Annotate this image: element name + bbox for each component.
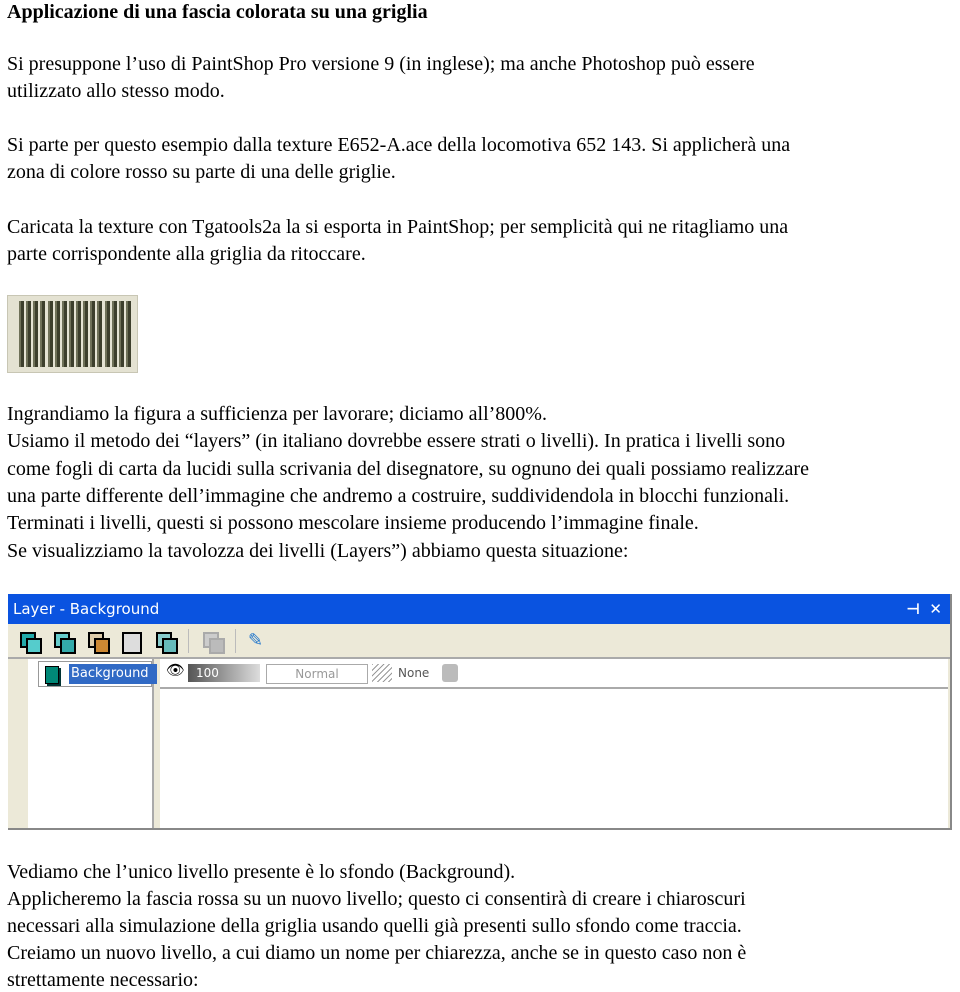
- new-raster-layer-icon[interactable]: [18, 630, 42, 654]
- lock-transparency-icon[interactable]: [372, 664, 392, 682]
- blend-mode-select[interactable]: Normal: [266, 664, 368, 684]
- layer-name[interactable]: Background: [69, 664, 157, 684]
- close-icon[interactable]: ✕: [929, 594, 942, 624]
- layer-thumbnail-icon: [45, 666, 59, 684]
- opacity-slider[interactable]: 100: [188, 664, 260, 682]
- paragraph-line: Terminati i livelli, questi si possono m…: [7, 512, 699, 534]
- toolbar-separator: [188, 628, 189, 653]
- layer-properties-row: 👁 100 Normal None: [160, 659, 948, 689]
- paragraph-line: come fogli di carta da lucidi sulla scri…: [7, 458, 809, 480]
- palette-titlebar: Layer - Background ⊣ ✕: [8, 594, 950, 624]
- page-title: Applicazione di una fascia colorata su u…: [7, 1, 428, 23]
- new-group-layer-icon[interactable]: [154, 630, 178, 654]
- duplicate-layer-icon[interactable]: [201, 630, 225, 654]
- paragraph-line: Applicheremo la fascia rossa su un nuovo…: [7, 888, 746, 910]
- grille-texture-image: [7, 295, 138, 373]
- visibility-eye-icon[interactable]: 👁: [166, 661, 185, 679]
- paragraph-line: Usiamo il metodo dei “layers” (in italia…: [7, 430, 786, 452]
- new-vector-layer-icon[interactable]: [52, 630, 76, 654]
- new-art-media-layer-icon[interactable]: [86, 630, 110, 654]
- layer-properties: 👁 100 Normal None: [160, 659, 948, 828]
- paragraph-line: Vediamo che l’unico livello presente è l…: [7, 861, 516, 883]
- toolbar-separator: [235, 628, 236, 653]
- paragraph-line: utilizzato allo stesso modo.: [7, 80, 225, 102]
- paragraph-line: parte corrispondente alla griglia da rit…: [7, 243, 366, 265]
- paragraph-line: Se visualizziamo la tavolozza dei livell…: [7, 540, 629, 562]
- paragraph-line: una parte differente dell’immagine che a…: [7, 485, 790, 507]
- link-icon[interactable]: [442, 664, 458, 682]
- layer-item-background[interactable]: Background: [38, 661, 157, 687]
- paragraph-line: zona di colore rosso su parte di una del…: [7, 161, 396, 183]
- paragraph-line: necessari alla simulazione della griglia…: [7, 915, 742, 937]
- new-mask-layer-icon[interactable]: [120, 630, 142, 654]
- palette-title: Layer - Background: [13, 600, 160, 618]
- mask-value: None: [398, 666, 430, 680]
- paragraph-line: Ingrandiamo la figura a sufficienza per …: [7, 403, 547, 425]
- layer-list: Background: [28, 659, 157, 828]
- pin-icon[interactable]: ⊣: [906, 594, 920, 624]
- edit-selection-brush-icon[interactable]: ✎: [248, 630, 270, 652]
- paragraph-line: Caricata la texture con Tgatools2a la si…: [7, 216, 789, 238]
- paragraph-line: Creiamo un nuovo livello, a cui diamo un…: [7, 942, 747, 964]
- palette-toolbar: ✎: [8, 624, 950, 659]
- layers-palette-screenshot: Layer - Background ⊣ ✕ ✎ Background 👁 10…: [8, 594, 952, 830]
- paragraph-line: Si presuppone l’uso di PaintShop Pro ver…: [7, 53, 755, 75]
- paragraph-line: Si parte per questo esempio dalla textur…: [7, 134, 791, 156]
- paragraph-line: strettamente necessario:: [7, 969, 199, 991]
